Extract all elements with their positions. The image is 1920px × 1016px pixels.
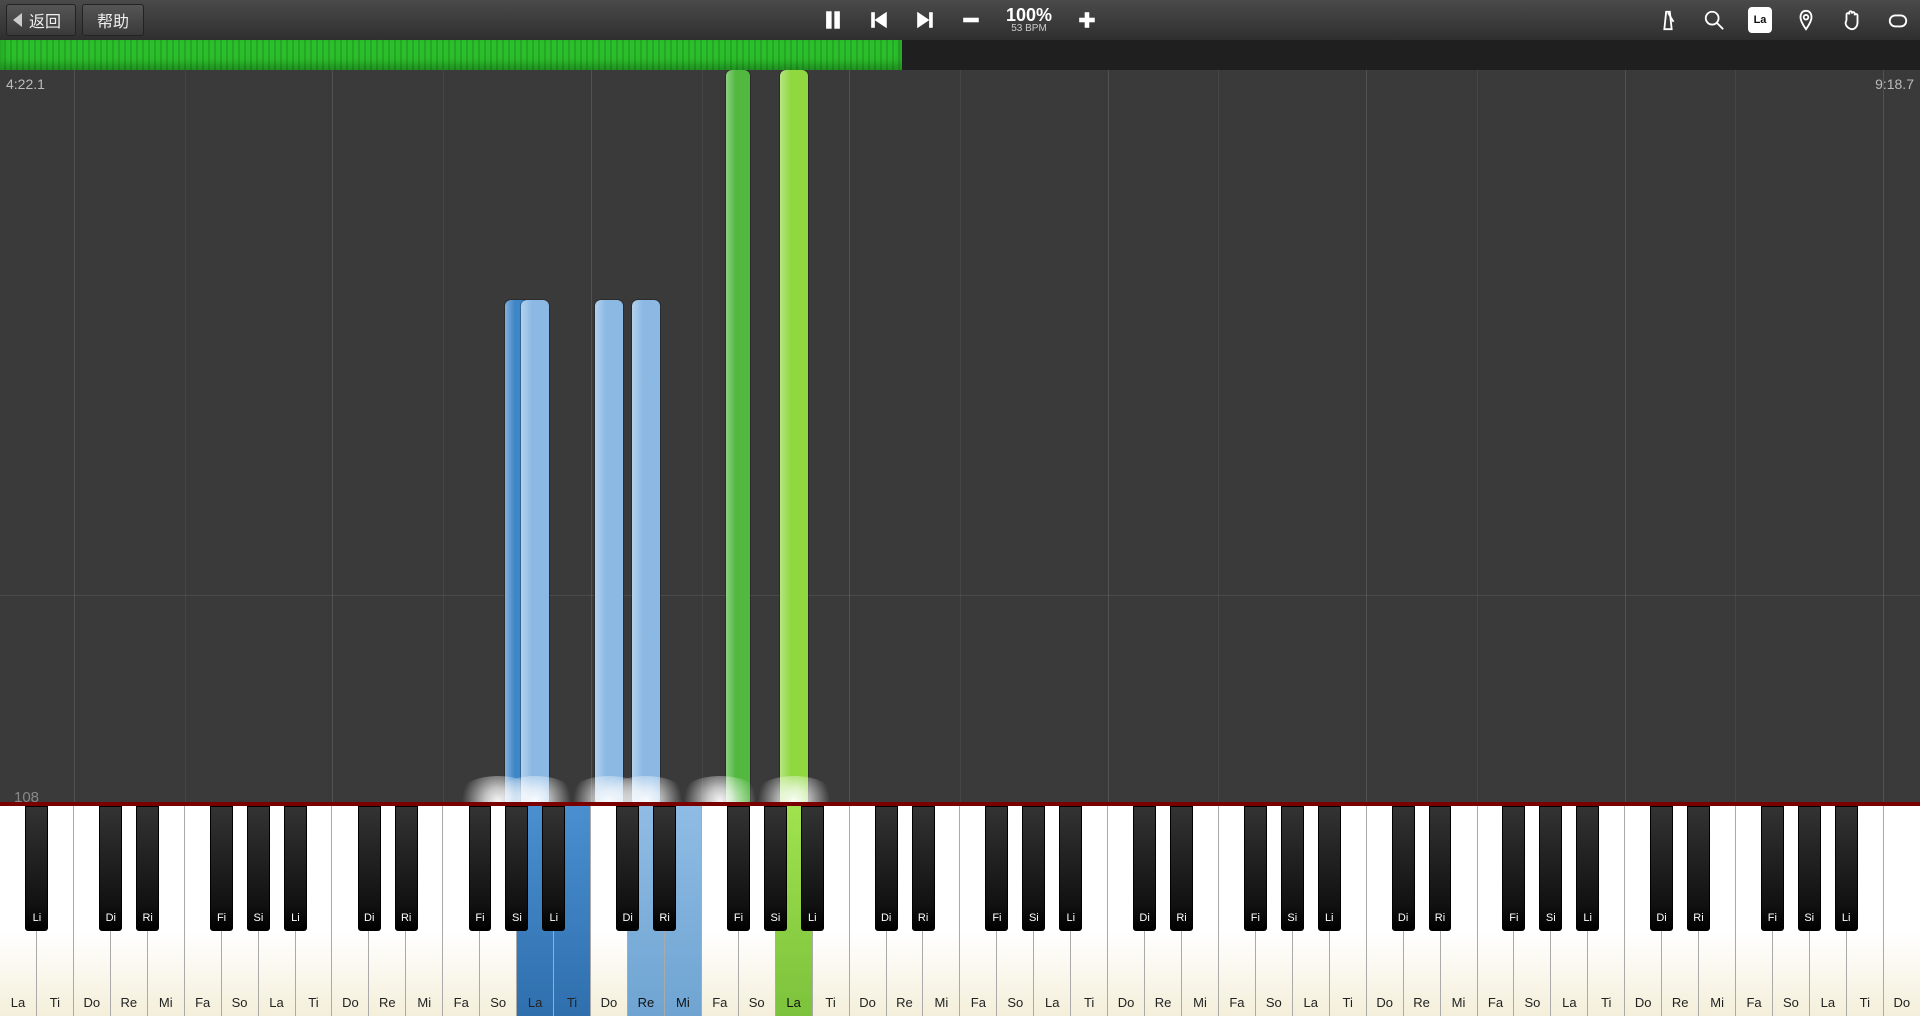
black-key[interactable]: Li: [1059, 806, 1082, 931]
progress-fill: [0, 40, 902, 70]
black-key[interactable]: Fi: [469, 806, 492, 931]
black-key[interactable]: Di: [875, 806, 898, 931]
black-key[interactable]: Di: [616, 806, 639, 931]
black-key[interactable]: Ri: [1429, 806, 1452, 931]
black-key[interactable]: Li: [1318, 806, 1341, 931]
search-icon[interactable]: [1702, 8, 1726, 32]
black-key[interactable]: Ri: [136, 806, 159, 931]
black-key[interactable]: Fi: [1244, 806, 1267, 931]
black-key[interactable]: Si: [247, 806, 270, 931]
speed-display[interactable]: 100% 53 BPM: [1006, 6, 1052, 34]
playback-controls: 100% 53 BPM: [822, 6, 1098, 34]
black-key[interactable]: Ri: [912, 806, 935, 931]
time-total: 9:18.7: [1875, 76, 1914, 92]
falling-note: [521, 300, 549, 806]
black-key[interactable]: Si: [1281, 806, 1304, 931]
hand-icon[interactable]: [1840, 8, 1864, 32]
black-key[interactable]: Li: [1576, 806, 1599, 931]
falling-note: [595, 300, 623, 806]
black-key[interactable]: Di: [1650, 806, 1673, 931]
black-key[interactable]: Fi: [210, 806, 233, 931]
piano-keyboard[interactable]: LaTiDoReMiFaSoLaTiDoReMiFaSoLaTiDoReMiFa…: [0, 802, 1920, 1016]
bookmark-icon[interactable]: [1794, 8, 1818, 32]
black-key[interactable]: Fi: [985, 806, 1008, 931]
black-key[interactable]: Fi: [727, 806, 750, 931]
time-current: 4:22.1: [6, 76, 45, 92]
black-key[interactable]: Si: [1022, 806, 1045, 931]
black-key[interactable]: Si: [1798, 806, 1821, 931]
next-button[interactable]: [914, 9, 936, 31]
black-key[interactable]: Li: [542, 806, 565, 931]
black-key[interactable]: Fi: [1502, 806, 1525, 931]
black-key[interactable]: Di: [1392, 806, 1415, 931]
speed-up-button[interactable]: [1076, 9, 1098, 31]
black-key[interactable]: Si: [764, 806, 787, 931]
pause-button[interactable]: [822, 9, 844, 31]
prev-button[interactable]: [868, 9, 890, 31]
speed-bpm: 53 BPM: [1011, 24, 1047, 34]
falling-note: [780, 70, 808, 806]
black-key[interactable]: Si: [1539, 806, 1562, 931]
black-key[interactable]: Di: [99, 806, 122, 931]
progress-bar[interactable]: [0, 40, 1920, 71]
loop-icon[interactable]: [1886, 8, 1910, 32]
help-button[interactable]: 帮助: [82, 4, 144, 36]
white-key[interactable]: Do: [1884, 806, 1920, 1016]
top-bar: 返回 帮助 100% 53 BPM La: [0, 0, 1920, 41]
back-button[interactable]: 返回: [6, 4, 76, 36]
note-labels-icon[interactable]: La: [1748, 8, 1772, 32]
right-toolbar: La: [1656, 0, 1910, 40]
speed-percent: 100%: [1006, 6, 1052, 24]
black-key[interactable]: Ri: [1687, 806, 1710, 931]
black-key[interactable]: Li: [25, 806, 48, 931]
black-key[interactable]: Li: [1835, 806, 1858, 931]
black-key[interactable]: Fi: [1761, 806, 1784, 931]
metronome-icon[interactable]: [1656, 8, 1680, 32]
black-key[interactable]: Ri: [395, 806, 418, 931]
speed-down-button[interactable]: [960, 9, 982, 31]
black-key[interactable]: Di: [1133, 806, 1156, 931]
black-key[interactable]: Ri: [653, 806, 676, 931]
note-fall-area[interactable]: 4:22.1 9:18.7: [0, 70, 1920, 806]
black-key[interactable]: Si: [505, 806, 528, 931]
black-key[interactable]: Li: [284, 806, 307, 931]
falling-note: [726, 70, 750, 806]
black-key[interactable]: Li: [801, 806, 824, 931]
black-key[interactable]: Di: [358, 806, 381, 931]
falling-note: [632, 300, 660, 806]
black-key[interactable]: Ri: [1170, 806, 1193, 931]
